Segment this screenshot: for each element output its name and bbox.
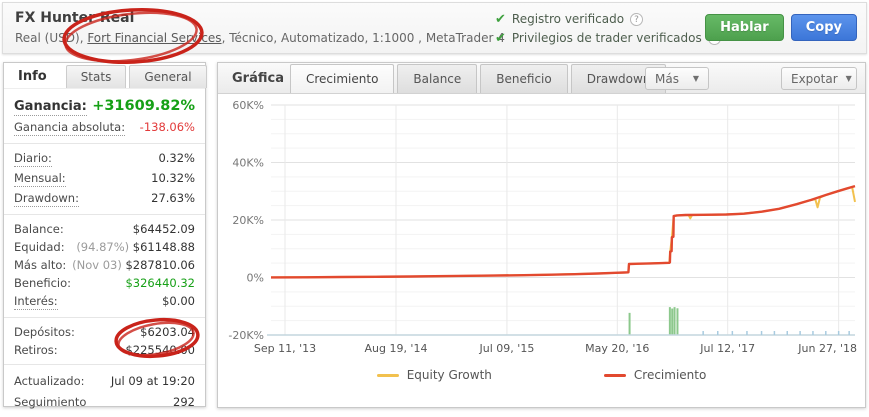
stat-abs-gain-value: -138.06%	[140, 120, 195, 134]
help-icon[interactable]: ?	[630, 13, 643, 26]
more-dropdown[interactable]: Más▼	[645, 67, 709, 90]
verified-track-record-label: Registro verificado	[512, 10, 624, 29]
svg-text:-20K%: -20K%	[228, 329, 264, 342]
legend-growth[interactable]: Crecimiento	[604, 368, 706, 382]
sidebar-tabs: Info Stats General	[4, 63, 205, 89]
stat-tracking-label: Seguimiento	[14, 395, 86, 409]
stat-updated-value: Jul 09 at 19:20	[111, 374, 195, 388]
stat-profit: Beneficio: $326440.32	[4, 274, 205, 292]
svg-text:60K%: 60K%	[232, 99, 264, 112]
stat-highest-label: Más alto:	[14, 258, 66, 272]
stat-monthly-label: Mensual:	[14, 171, 66, 187]
chart-panel: Gráfica Crecimiento Balance Beneficio Dr…	[217, 62, 866, 408]
stat-profit-label: Beneficio:	[14, 276, 71, 290]
stat-withdrawals-label: Retiros:	[14, 343, 58, 357]
tab-stats[interactable]: Stats	[66, 65, 127, 88]
stat-monthly-value: 10.32%	[151, 171, 195, 185]
tab-info[interactable]: Info	[4, 65, 63, 88]
chart-legend: Equity Growth Crecimiento	[218, 368, 865, 382]
stat-balance-label: Balance:	[14, 222, 64, 236]
stat-highest: Más alto: (Nov 03) $287810.06	[4, 256, 205, 274]
account-type: Real (USD),	[15, 31, 87, 45]
account-meta: , Técnico, Automatizado, 1:1000 , MetaTr…	[222, 31, 505, 45]
copy-button[interactable]: Copy	[791, 14, 857, 41]
account-title: FX Hunter Real	[15, 10, 134, 26]
check-icon: ✔	[495, 29, 506, 48]
stat-drawdown-label: Drawdown:	[14, 191, 79, 207]
growth-chart: -20K% 0% 20K% 40K% 60K% Sep 11, '13 Aug 19, '1…	[218, 97, 863, 363]
growth-line-swatch	[604, 374, 626, 377]
verification-block: ✔ Registro verificado ? ✔ Privilegios de…	[495, 10, 721, 48]
stat-deposits-value: $6203.04	[140, 325, 195, 339]
svg-text:40K%: 40K%	[232, 157, 264, 170]
svg-text:Jul 12, '17: Jul 12, '17	[699, 342, 755, 355]
stat-deposits: Depósitos: $6203.04	[4, 323, 205, 341]
stat-gain-value: +31609.82%	[92, 98, 195, 114]
stat-updated-label: Actualizado:	[14, 374, 85, 388]
stat-equity: Equidad: (94.87%) $61148.88	[4, 238, 205, 256]
stat-equity-pct: (94.87%)	[76, 240, 132, 254]
legend-equity-growth[interactable]: Equity Growth	[377, 368, 492, 382]
stat-tracking-value: 292	[173, 395, 195, 409]
divider	[4, 214, 205, 215]
stat-highest-value: (Nov 03) $287810.06	[72, 258, 195, 272]
equity-line-swatch	[377, 374, 399, 377]
export-dropdown[interactable]: Expotar▼	[781, 67, 857, 90]
verified-track-record: ✔ Registro verificado ?	[495, 10, 721, 29]
stat-interest-label: Interés:	[14, 294, 58, 310]
chart-tabs: Crecimiento Balance Beneficio Drawdown	[290, 64, 666, 93]
tab-profit[interactable]: Beneficio	[480, 64, 567, 93]
stat-balance: Balance: $64452.09	[4, 220, 205, 238]
header-buttons: Hablar Copy	[705, 14, 857, 41]
chevron-down-icon: ▼	[846, 74, 852, 83]
talk-button[interactable]: Hablar	[705, 14, 784, 41]
stat-balance-value: $64452.09	[133, 222, 195, 236]
chart-panel-title: Gráfica	[232, 71, 284, 86]
tab-general[interactable]: General	[129, 65, 206, 88]
svg-text:Sep 11, '13: Sep 11, '13	[254, 342, 316, 355]
verified-privileges-label: Privilegios de trader verificados	[512, 29, 702, 48]
tab-growth[interactable]: Crecimiento	[290, 64, 394, 93]
stat-updated: Actualizado: Jul 09 at 19:20	[4, 370, 205, 390]
stat-abs-gain: Ganancia absoluta: -138.06%	[4, 118, 205, 138]
stat-interest: Interés: $0.00	[4, 292, 205, 312]
chart-header: Gráfica Crecimiento Balance Beneficio Dr…	[218, 63, 865, 94]
broker-link[interactable]: Fort Financial Services	[87, 31, 221, 45]
chevron-down-icon: ▼	[693, 74, 699, 83]
account-page: FX Hunter Real Real (USD), Fort Financia…	[0, 0, 869, 417]
stat-drawdown: Drawdown: 27.63%	[4, 189, 205, 209]
stat-withdrawals-value: $225540.00	[125, 343, 195, 357]
tab-balance[interactable]: Balance	[397, 64, 477, 93]
stat-withdrawals: Retiros: $225540.00	[4, 341, 205, 359]
svg-text:20K%: 20K%	[232, 214, 264, 227]
account-header: FX Hunter Real Real (USD), Fort Financia…	[2, 2, 867, 54]
svg-text:Jun 27, '18: Jun 27, '18	[797, 342, 857, 355]
stat-monthly: Mensual: 10.32%	[4, 169, 205, 189]
check-icon: ✔	[495, 10, 506, 29]
stat-gain: Ganancia: +31609.82%	[4, 89, 205, 118]
svg-text:May 20, '16: May 20, '16	[585, 342, 649, 355]
stat-daily: Diario: 0.32%	[4, 149, 205, 169]
stat-drawdown-value: 27.63%	[151, 191, 195, 205]
stat-equity-value: (94.87%) $61148.88	[76, 240, 195, 254]
divider	[4, 364, 205, 365]
account-subtitle: Real (USD), Fort Financial Services, Téc…	[15, 31, 505, 45]
stat-gain-label: Ganancia:	[14, 99, 87, 116]
stat-interest-value: $0.00	[162, 294, 195, 308]
svg-text:Jul 09, '15: Jul 09, '15	[479, 342, 535, 355]
stat-deposits-label: Depósitos:	[14, 325, 75, 339]
divider	[4, 317, 205, 318]
stat-daily-value: 0.32%	[158, 151, 195, 165]
svg-text:0%: 0%	[247, 272, 264, 285]
stat-tracking: Seguimiento 292	[4, 393, 205, 411]
stat-abs-gain-label: Ganancia absoluta:	[14, 120, 125, 136]
stat-profit-value: $326440.32	[125, 276, 195, 290]
stat-daily-label: Diario:	[14, 151, 52, 167]
verified-privileges: ✔ Privilegios de trader verificados ?	[495, 29, 721, 48]
stat-equity-label: Equidad:	[14, 240, 65, 254]
stat-highest-date: (Nov 03)	[72, 258, 125, 272]
divider	[4, 143, 205, 144]
svg-text:Aug 19, '14: Aug 19, '14	[364, 342, 427, 355]
stats-sidebar: Info Stats General Ganancia: +31609.82% …	[3, 62, 206, 407]
